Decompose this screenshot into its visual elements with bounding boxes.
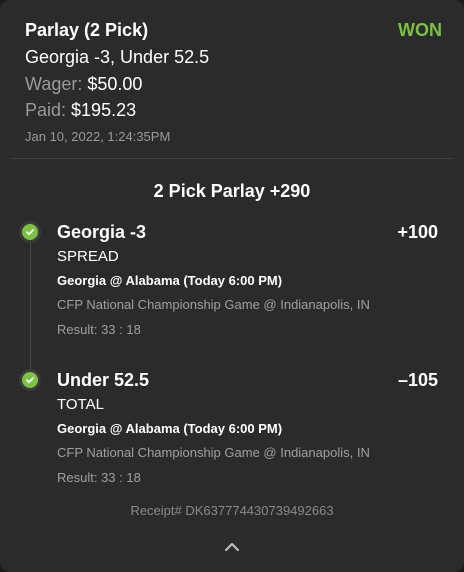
leg-odds: +100: [397, 222, 438, 242]
paid-label: Paid:: [25, 100, 67, 120]
check-circle-icon: [22, 372, 38, 388]
divider: [10, 158, 454, 159]
leg-event: CFP National Championship Game @ Indiana…: [57, 297, 370, 312]
leg-market: SPREAD: [57, 248, 119, 265]
receipt-number: Receipt# DK637774430739492663: [130, 503, 334, 518]
paid-value: $195.23: [71, 100, 137, 120]
leg-matchup: Georgia @ Alabama (Today 6:00 PM): [57, 273, 283, 288]
selection-summary: Georgia -3, Under 52.5: [25, 47, 210, 67]
wager-label: Wager:: [25, 74, 83, 94]
leg-pick: Under 52.5: [57, 370, 150, 390]
leg-odds: –105: [397, 370, 438, 390]
placed-timestamp: Jan 10, 2022, 1:24:35PM: [25, 129, 171, 144]
parlay-heading: 2 Pick Parlay +290: [153, 181, 311, 201]
timeline-connector: [30, 240, 31, 380]
bet-card: Parlay (2 Pick) WON Georgia -3, Under 52…: [0, 0, 464, 572]
check-circle-icon: [22, 224, 38, 240]
leg-market: TOTAL: [57, 396, 104, 413]
chevron-up-icon[interactable]: [222, 540, 242, 554]
leg-matchup: Georgia @ Alabama (Today 6:00 PM): [57, 421, 283, 436]
status-badge: WON: [398, 20, 442, 40]
leg-event: CFP National Championship Game @ Indiana…: [57, 445, 370, 460]
bet-title: Parlay (2 Pick): [25, 20, 149, 40]
wager-row: Wager: $50.00: [25, 74, 142, 95]
wager-value: $50.00: [87, 74, 143, 94]
leg-result: Result: 33 : 18: [57, 322, 141, 337]
leg-result: Result: 33 : 18: [57, 470, 141, 485]
leg-pick: Georgia -3: [57, 222, 147, 242]
paid-row: Paid: $195.23: [25, 100, 136, 121]
